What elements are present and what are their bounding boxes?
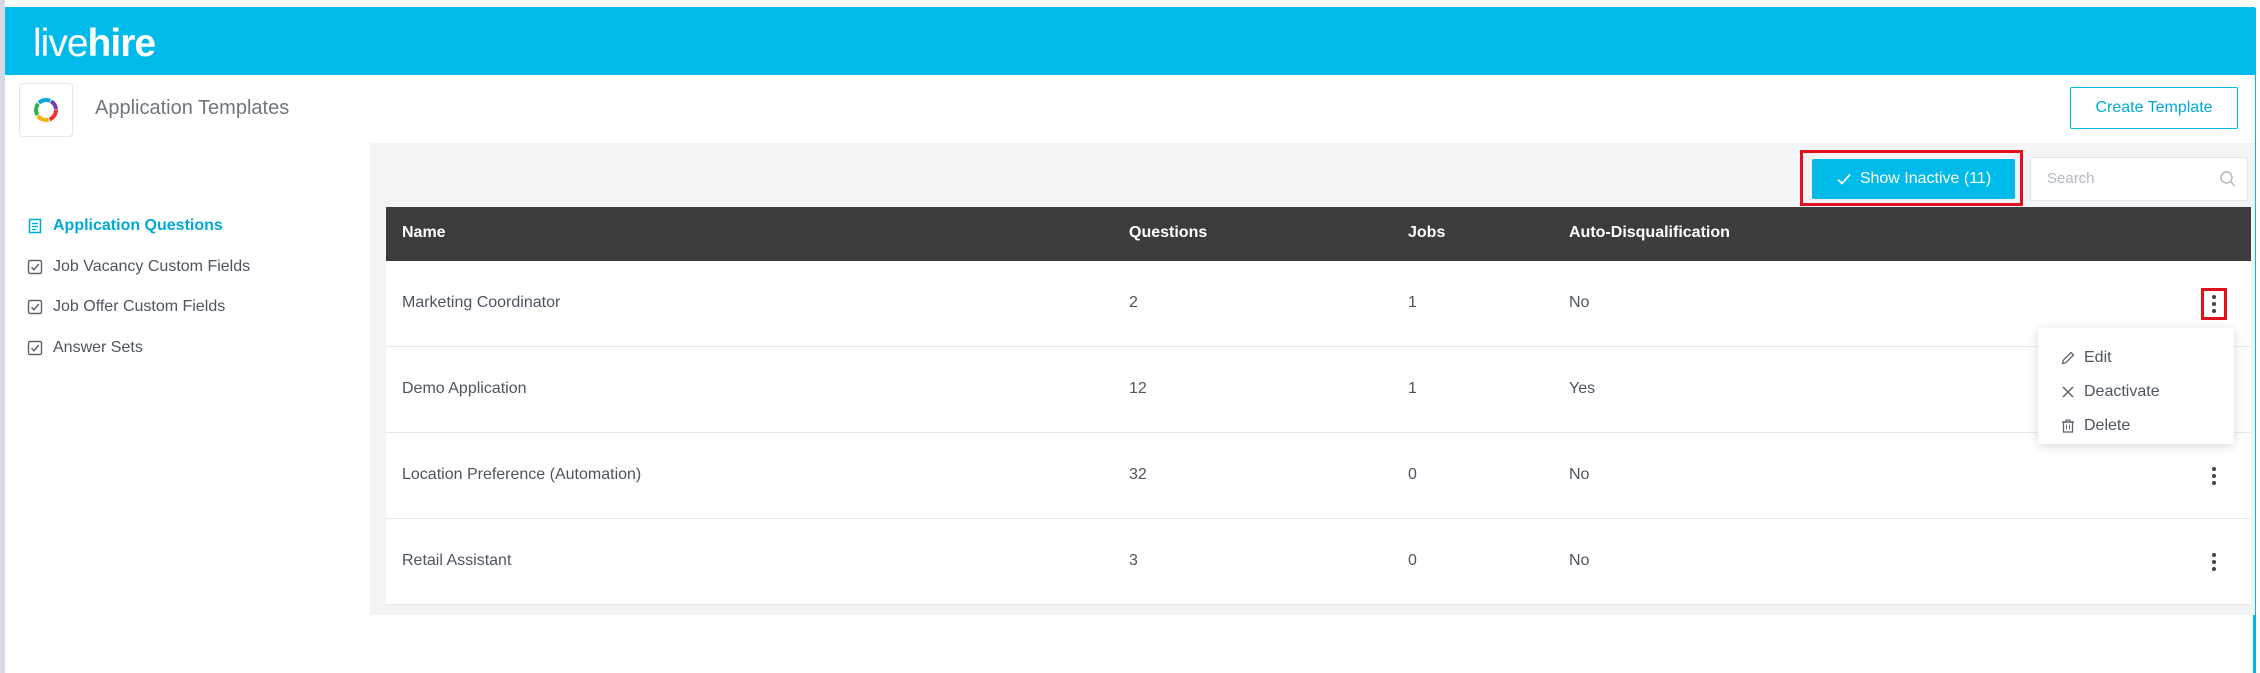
sidebar-item-label: Answer Sets bbox=[53, 339, 143, 356]
cell-name: Marketing Coordinator bbox=[402, 294, 561, 311]
sidebar-item-label: Application Questions bbox=[53, 217, 223, 234]
menu-item-label: Edit bbox=[2084, 349, 2112, 366]
sidebar-item-application-questions[interactable]: Application Questions bbox=[27, 217, 223, 235]
table-row[interactable]: Demo Application 12 1 Yes bbox=[386, 347, 2251, 433]
menu-item-label: Delete bbox=[2084, 417, 2131, 434]
table-row[interactable]: Marketing Coordinator 2 1 No bbox=[386, 261, 2251, 347]
sidebar-item-job-offer-custom-fields[interactable]: Job Offer Custom Fields bbox=[27, 298, 225, 316]
cell-questions: 3 bbox=[1129, 552, 1138, 569]
templates-table: Name Questions Jobs Auto-Disqualificatio… bbox=[386, 207, 2251, 605]
row-actions-kebab-icon[interactable] bbox=[2201, 460, 2227, 492]
column-header-questions[interactable]: Questions bbox=[1129, 224, 1207, 242]
create-template-button[interactable]: Create Template bbox=[2070, 87, 2238, 129]
livehire-logo[interactable]: livehire bbox=[33, 22, 156, 66]
cell-jobs: 0 bbox=[1408, 466, 1417, 483]
sidebar-item-job-vacancy-custom-fields[interactable]: Job Vacancy Custom Fields bbox=[27, 258, 250, 276]
menu-item-delete[interactable]: Delete bbox=[2060, 417, 2130, 435]
table-header: Name Questions Jobs Auto-Disqualificatio… bbox=[386, 207, 2251, 261]
trash-icon bbox=[2060, 418, 2076, 434]
menu-item-deactivate[interactable]: Deactivate bbox=[2060, 383, 2160, 401]
cell-auto-disqualification: No bbox=[1569, 466, 1590, 483]
cell-questions: 2 bbox=[1129, 294, 1138, 311]
cell-name: Location Preference (Automation) bbox=[402, 466, 642, 483]
checkbox-icon bbox=[27, 340, 43, 356]
cell-name: Demo Application bbox=[402, 380, 527, 397]
show-inactive-button[interactable]: Show Inactive (11) bbox=[1812, 159, 2015, 199]
cell-jobs: 1 bbox=[1408, 294, 1417, 311]
cell-auto-disqualification: No bbox=[1569, 552, 1590, 569]
row-actions-kebab-icon[interactable] bbox=[2201, 288, 2227, 320]
cell-name: Retail Assistant bbox=[402, 552, 512, 569]
document-icon bbox=[27, 218, 43, 234]
sidebar-item-label: Job Vacancy Custom Fields bbox=[53, 258, 251, 275]
table-row[interactable]: Retail Assistant 3 0 No bbox=[386, 519, 2251, 605]
close-icon bbox=[2060, 384, 2076, 400]
check-icon bbox=[1836, 172, 1852, 186]
top-bar: livehire bbox=[5, 7, 2255, 75]
search-icon[interactable] bbox=[2219, 170, 2237, 193]
cell-jobs: 0 bbox=[1408, 552, 1417, 569]
pencil-icon bbox=[2060, 350, 2076, 366]
menu-item-label: Deactivate bbox=[2084, 383, 2160, 400]
column-header-auto-disqualification[interactable]: Auto-Disqualification bbox=[1569, 224, 1730, 242]
table-row[interactable]: Location Preference (Automation) 32 0 No bbox=[386, 433, 2251, 519]
cell-jobs: 1 bbox=[1408, 380, 1417, 397]
livehire-swirl-icon[interactable] bbox=[19, 83, 73, 137]
page-header: Application Templates Create Template bbox=[5, 75, 2255, 143]
menu-item-edit[interactable]: Edit bbox=[2060, 349, 2112, 367]
cell-questions: 32 bbox=[1129, 466, 1147, 483]
row-actions-menu: Edit Deactivate Delete bbox=[2038, 328, 2234, 444]
checkbox-icon bbox=[27, 259, 43, 275]
checkbox-icon bbox=[27, 299, 43, 315]
page-title: Application Templates bbox=[95, 97, 290, 119]
cell-auto-disqualification: No bbox=[1569, 294, 1590, 311]
cell-questions: 12 bbox=[1129, 380, 1147, 397]
cell-auto-disqualification: Yes bbox=[1569, 380, 1596, 397]
column-header-name[interactable]: Name bbox=[402, 224, 446, 242]
search-input[interactable] bbox=[2031, 158, 2201, 198]
sidebar-item-label: Job Offer Custom Fields bbox=[53, 298, 226, 315]
show-inactive-label: Show Inactive (11) bbox=[1859, 170, 1992, 187]
search-box[interactable] bbox=[2030, 157, 2248, 201]
column-header-jobs[interactable]: Jobs bbox=[1408, 224, 1445, 242]
sidebar: Application Questions Job Vacancy Custom… bbox=[5, 143, 370, 615]
sidebar-item-answer-sets[interactable]: Answer Sets bbox=[27, 339, 143, 357]
row-actions-kebab-icon[interactable] bbox=[2201, 546, 2227, 578]
